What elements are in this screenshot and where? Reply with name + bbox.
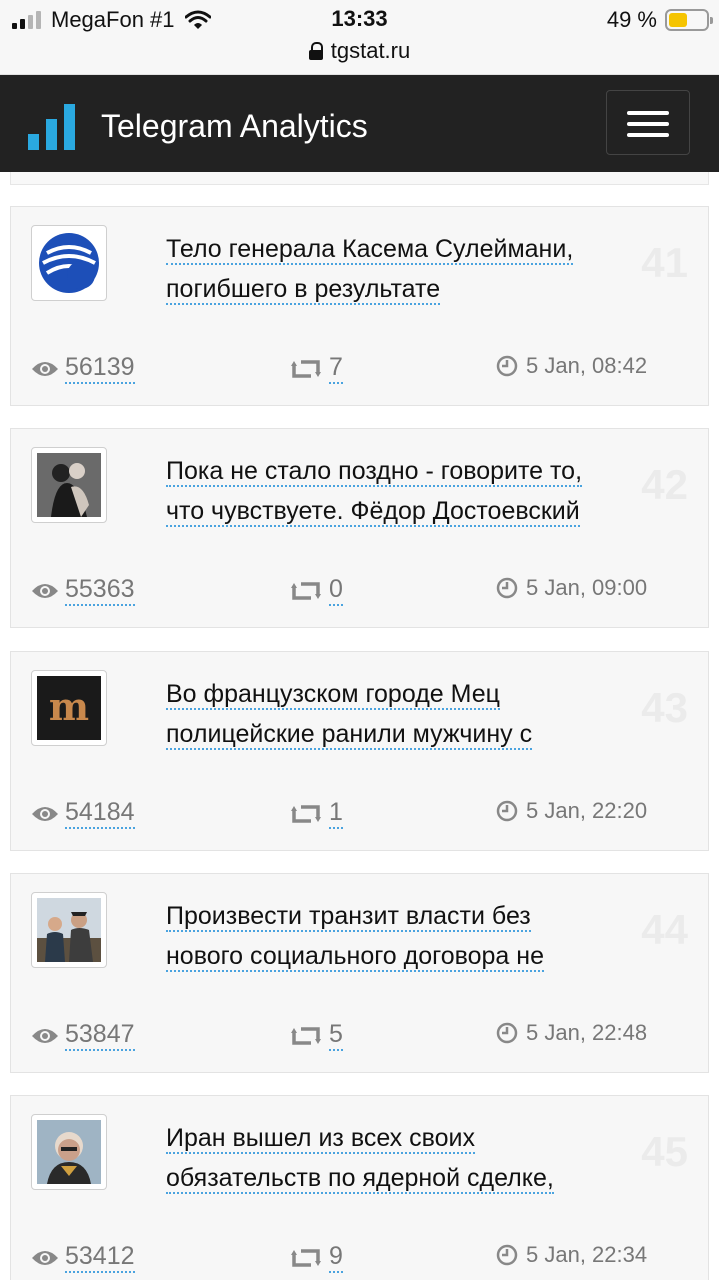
post-rank: 44 <box>641 906 688 953</box>
reposts-stat[interactable]: 7 <box>291 353 343 384</box>
channel-avatar[interactable]: m <box>31 670 107 746</box>
clock-icon <box>496 1244 518 1266</box>
repost-icon <box>291 1248 321 1267</box>
post-title-line-1: Произвести транзит власти без <box>166 902 531 932</box>
post-card[interactable]: Тело генерала Касема Сулеймани, погибшего… <box>10 206 709 406</box>
post-date-text: 5 Jan, 22:48 <box>526 1020 648 1045</box>
battery-icon <box>665 9 713 31</box>
post-title-line-1: Во французском городе Мец <box>166 680 500 710</box>
post-title-line-2: что чувствуете. Фёдор Достоевский <box>166 497 580 527</box>
eye-icon <box>32 361 58 376</box>
views-stat[interactable]: 54184 <box>31 798 135 829</box>
views-count[interactable]: 53412 <box>65 1242 135 1273</box>
clock-icon <box>496 577 518 599</box>
clock-icon <box>496 800 518 822</box>
views-count[interactable]: 53847 <box>65 1020 135 1051</box>
channel-avatar[interactable] <box>31 447 107 523</box>
post-card[interactable]: m Во французском городе Мец полицейские ра… <box>10 651 709 851</box>
reposts-stat[interactable]: 5 <box>291 1020 343 1051</box>
reposts-stat[interactable]: 1 <box>291 798 343 829</box>
post-date: 5 Jan, 22:48 <box>496 1020 647 1046</box>
post-stats: 53847 5 5 Jan, 22:48 <box>31 1020 691 1056</box>
post-title-link[interactable]: Иран вышел из всех своих обязательств по … <box>166 1118 646 1198</box>
post-title-link[interactable]: Во французском городе Мец полицейские ран… <box>166 674 646 754</box>
post-rank: 41 <box>641 239 688 286</box>
views-count[interactable]: 55363 <box>65 575 135 606</box>
repost-icon <box>291 1026 321 1045</box>
reposts-count[interactable]: 5 <box>329 1020 343 1051</box>
post-title-link[interactable]: Произвести транзит власти без нового соци… <box>166 896 646 976</box>
post-date: 5 Jan, 08:42 <box>496 353 647 379</box>
battery-info: 49 % <box>606 6 713 34</box>
bar-chart-logo-icon[interactable] <box>28 104 76 150</box>
views-count[interactable]: 56139 <box>65 353 135 384</box>
eye-icon <box>32 806 58 821</box>
post-title-line-1: Тело генерала Касема Сулеймани, <box>166 235 574 265</box>
svg-text:m: m <box>49 684 89 729</box>
post-title-line-2: полицейские ранили мужчину с <box>166 720 533 750</box>
repost-icon <box>291 581 321 600</box>
status-bar: MegaFon #1 13:33 49 % tgstat.ru <box>0 0 719 75</box>
views-stat[interactable]: 53847 <box>31 1020 135 1051</box>
post-title-line-1: Пока не стало поздно - говорите то, <box>166 457 583 487</box>
reposts-count[interactable]: 9 <box>329 1242 343 1273</box>
post-date-text: 5 Jan, 22:34 <box>526 1242 648 1267</box>
repost-icon <box>291 359 321 378</box>
views-count[interactable]: 54184 <box>65 798 135 829</box>
channel-avatar[interactable] <box>31 892 107 968</box>
brand-title[interactable]: Telegram Analytics <box>101 108 368 145</box>
post-title-line-2: нового социального договора не <box>166 942 544 972</box>
post-rank: 45 <box>641 1128 688 1175</box>
post-title-line-2: обязательств по ядерной сделке, <box>166 1164 554 1194</box>
site-header: Telegram Analytics <box>0 75 719 172</box>
post-rank: 42 <box>641 461 688 508</box>
post-title-line-1: Иран вышел из всех своих <box>166 1124 475 1154</box>
channel-avatar[interactable] <box>31 1114 107 1190</box>
views-stat[interactable]: 56139 <box>31 353 135 384</box>
lock-icon <box>308 42 323 60</box>
post-date: 5 Jan, 22:34 <box>496 1242 647 1268</box>
reposts-stat[interactable]: 9 <box>291 1242 343 1273</box>
post-date-text: 5 Jan, 09:00 <box>526 575 648 600</box>
views-stat[interactable]: 53412 <box>31 1242 135 1273</box>
reposts-count[interactable]: 1 <box>329 798 343 829</box>
post-stats: 54184 1 5 Jan, 22:20 <box>31 798 691 834</box>
post-stats: 56139 7 5 Jan, 08:42 <box>31 353 691 389</box>
post-date: 5 Jan, 22:20 <box>496 798 647 824</box>
post-date-text: 5 Jan, 22:20 <box>526 798 648 823</box>
eye-icon <box>32 583 58 598</box>
post-stats: 53412 9 5 Jan, 22:34 <box>31 1242 691 1278</box>
reposts-count[interactable]: 7 <box>329 353 343 384</box>
reposts-count[interactable]: 0 <box>329 575 343 606</box>
post-date-text: 5 Jan, 08:42 <box>526 353 648 378</box>
clock-icon <box>496 1022 518 1044</box>
post-card[interactable]: Произвести транзит власти без нового соци… <box>10 873 709 1073</box>
clock-icon <box>496 355 518 377</box>
previous-post-card-edge <box>10 172 709 185</box>
post-stats: 55363 0 5 Jan, 09:00 <box>31 575 691 611</box>
post-date: 5 Jan, 09:00 <box>496 575 647 601</box>
post-title-link[interactable]: Пока не стало поздно - говорите то, что ч… <box>166 451 646 531</box>
post-rank: 43 <box>641 684 688 731</box>
post-card[interactable]: Иран вышел из всех своих обязательств по … <box>10 1095 709 1280</box>
battery-percent: 49 % <box>606 7 657 32</box>
post-title-line-2: погибшего в результате <box>166 275 441 305</box>
reposts-stat[interactable]: 0 <box>291 575 343 606</box>
eye-icon <box>32 1250 58 1265</box>
hamburger-menu-button[interactable] <box>606 90 690 155</box>
repost-icon <box>291 804 321 823</box>
channel-avatar[interactable] <box>31 225 107 301</box>
post-title-link[interactable]: Тело генерала Касема Сулеймани, погибшего… <box>166 229 646 309</box>
eye-icon <box>32 1028 58 1043</box>
url-text: tgstat.ru <box>330 38 411 63</box>
post-card[interactable]: Пока не стало поздно - говорите то, что ч… <box>10 428 709 628</box>
address-bar[interactable]: tgstat.ru <box>0 38 719 64</box>
views-stat[interactable]: 55363 <box>31 575 135 606</box>
